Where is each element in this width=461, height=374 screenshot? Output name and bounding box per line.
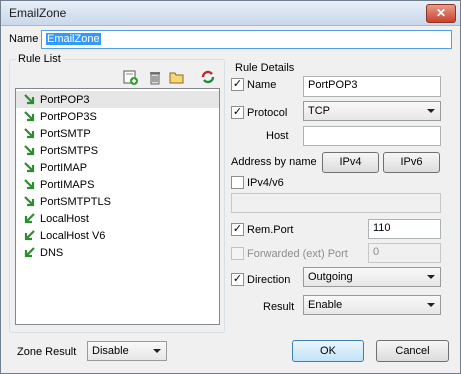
zone-result-label: Zone Result xyxy=(17,346,77,358)
protocol-select[interactable]: TCP xyxy=(303,101,441,121)
arrow-out-icon xyxy=(23,161,36,174)
forwarded-input[interactable]: 0 xyxy=(368,243,441,263)
ipv4v6-checkbox[interactable] xyxy=(231,176,244,189)
dialog-window: EmailZone ✕ Name EmailZone Rule List Por… xyxy=(0,0,461,374)
rule-name-label: Name xyxy=(247,79,277,91)
add-rule-icon[interactable] xyxy=(122,69,138,85)
name-label: Name xyxy=(9,33,39,45)
direction-label: Direction xyxy=(247,274,291,286)
chevron-down-icon xyxy=(427,303,435,307)
list-item[interactable]: PortIMAP xyxy=(16,159,219,176)
window-title: EmailZone xyxy=(9,6,67,20)
arrow-out-icon xyxy=(23,93,36,106)
arrow-out-icon xyxy=(23,144,36,157)
delete-rule-icon[interactable] xyxy=(147,69,163,85)
list-item[interactable]: DNS xyxy=(16,244,219,261)
list-item[interactable]: PortSMTPS xyxy=(16,142,219,159)
ipv4v6-input[interactable] xyxy=(231,193,441,213)
protocol-checkbox[interactable]: ✓ xyxy=(231,106,244,119)
close-icon: ✕ xyxy=(435,6,447,20)
list-item[interactable]: PortPOP3S xyxy=(16,108,219,125)
open-folder-icon[interactable] xyxy=(169,69,185,85)
cancel-button[interactable]: Cancel xyxy=(376,340,449,362)
list-item[interactable]: PortSMTPTLS xyxy=(16,193,219,210)
arrow-out-icon xyxy=(23,195,36,208)
remport-input[interactable]: 110 xyxy=(368,219,441,239)
chevron-down-icon xyxy=(427,275,435,279)
forwarded-label: Forwarded (ext) Port xyxy=(247,248,348,260)
ipv4-button[interactable]: IPv4 xyxy=(322,152,379,173)
list-item[interactable]: PortSMTP xyxy=(16,125,219,142)
arrow-in-icon xyxy=(23,212,36,225)
arrow-out-icon xyxy=(23,127,36,140)
rule-listbox[interactable]: PortPOP3 PortPOP3S PortSMTP PortSMTPS Po… xyxy=(15,88,220,325)
result-select[interactable]: Enable xyxy=(303,295,441,315)
result-label: Result xyxy=(263,301,295,313)
address-by-name-label: Address by name xyxy=(231,156,317,168)
list-item[interactable]: PortPOP3 xyxy=(16,91,219,108)
arrow-out-icon xyxy=(23,110,36,123)
refresh-icon[interactable] xyxy=(200,69,216,85)
list-item[interactable]: PortIMAPS xyxy=(16,176,219,193)
name-checkbox[interactable]: ✓ xyxy=(231,78,244,91)
zone-result-select[interactable]: Disable xyxy=(87,341,167,361)
ok-button[interactable]: OK xyxy=(292,340,364,362)
arrow-in-icon xyxy=(23,246,36,259)
chevron-down-icon xyxy=(153,349,161,353)
chevron-down-icon xyxy=(427,109,435,113)
direction-select[interactable]: Outgoing xyxy=(303,267,441,287)
close-button[interactable]: ✕ xyxy=(426,4,456,23)
forwarded-checkbox[interactable] xyxy=(231,247,244,260)
host-input[interactable] xyxy=(303,126,441,146)
ipv4v6-label: IPv4/v6 xyxy=(247,177,284,189)
direction-checkbox[interactable]: ✓ xyxy=(231,273,244,286)
title-bar[interactable]: EmailZone ✕ xyxy=(1,1,460,26)
host-label: Host xyxy=(266,130,289,142)
arrow-in-icon xyxy=(23,229,36,242)
remport-checkbox[interactable]: ✓ xyxy=(231,223,244,236)
rule-list-title: Rule List xyxy=(16,53,63,65)
zone-name-value: EmailZone xyxy=(46,33,101,45)
rule-name-input[interactable]: PortPOP3 xyxy=(303,76,441,97)
protocol-label: Protocol xyxy=(247,107,288,119)
ipv6-button[interactable]: IPv6 xyxy=(383,152,440,173)
list-item[interactable]: LocalHost V6 xyxy=(16,227,219,244)
zone-name-input[interactable]: EmailZone xyxy=(41,30,452,49)
arrow-out-icon xyxy=(23,178,36,191)
rule-details-title: Rule Details xyxy=(233,62,297,74)
list-item[interactable]: LocalHost xyxy=(16,210,219,227)
remport-label: Rem.Port xyxy=(247,224,294,236)
